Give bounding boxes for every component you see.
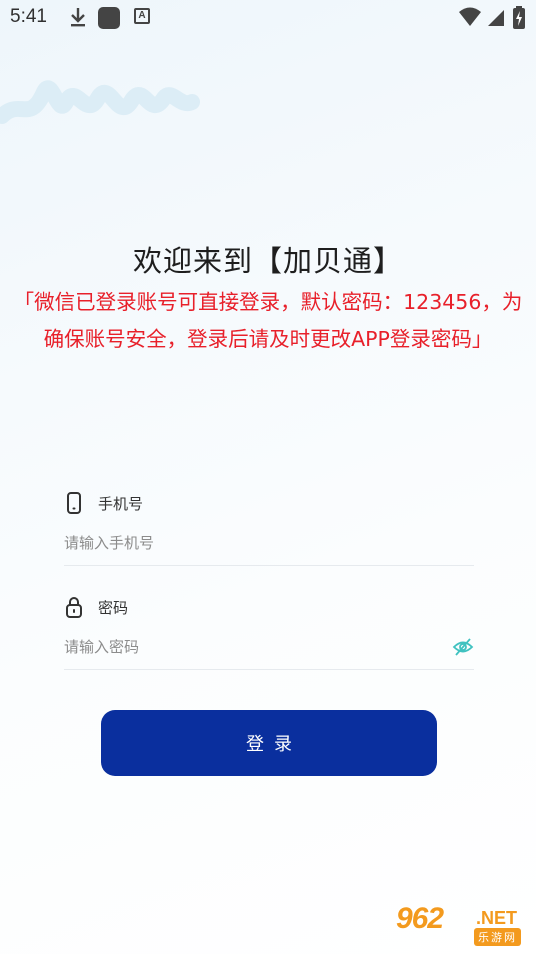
app-square-icon (98, 7, 120, 29)
watermark-suffix: .NET (476, 908, 518, 928)
decorative-brush-stroke (0, 80, 200, 124)
signal-icon (486, 6, 506, 32)
phone-input-underline (64, 565, 474, 566)
phone-icon (62, 491, 86, 515)
eye-hidden-icon[interactable] (452, 636, 474, 658)
lock-icon (62, 595, 86, 619)
site-watermark: 962 .NET 乐游网 (396, 902, 530, 948)
login-notice: 「微信已登录账号可直接登录，默认密码：123456，为确保账号安全，登录后请及时… (13, 290, 523, 351)
watermark-subtitle: 乐游网 (474, 928, 521, 946)
password-input-underline (64, 669, 474, 670)
welcome-title: 欢迎来到【加贝通】 (132, 244, 403, 278)
login-button[interactable]: 登录 (101, 710, 437, 776)
password-input[interactable] (64, 630, 444, 664)
password-label: 密码 (98, 598, 129, 617)
status-bar: 5:41 A (0, 0, 536, 36)
phone-field-label-row: 手机号 (62, 490, 143, 516)
phone-input[interactable] (64, 526, 472, 560)
password-field-label-row: 密码 (62, 594, 128, 620)
status-time: 5:41 (10, 6, 47, 27)
battery-icon (512, 6, 526, 34)
font-a-icon: A (134, 8, 150, 24)
watermark-logo: 962 (396, 902, 444, 935)
phone-label: 手机号 (98, 494, 144, 513)
wifi-icon (458, 6, 482, 32)
download-icon (68, 6, 88, 32)
